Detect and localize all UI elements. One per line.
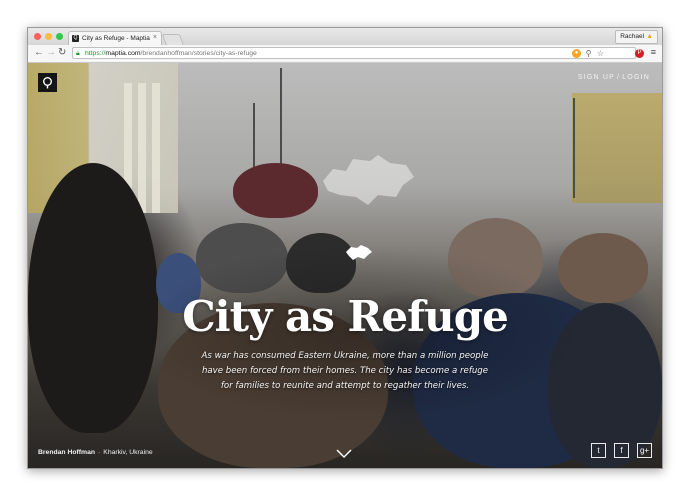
byline-separator: · (98, 449, 101, 456)
profile-name: Rachael (620, 33, 645, 40)
signup-link[interactable]: SIGN UP (578, 74, 615, 81)
auth-separator: / (617, 74, 621, 81)
title-shade (28, 63, 662, 468)
address-bar-icons: ● ⚲ ☆ (572, 49, 605, 58)
profile-button[interactable]: Rachael ▲ (615, 30, 658, 44)
forward-icon[interactable]: → (46, 47, 56, 59)
maptia-favicon-icon: Q (72, 35, 79, 42)
back-icon[interactable]: ← (34, 47, 44, 59)
url-host: maptia.com (105, 50, 141, 57)
reload-icon[interactable]: ↻ (58, 47, 66, 59)
lock-icon: 🔒︎ (76, 50, 80, 57)
star-icon[interactable]: ☆ (596, 49, 605, 58)
title-bar: Q City as Refuge - Maptia × Rachael ▲ (28, 28, 662, 46)
author-name[interactable]: Brendan Hoffman (38, 449, 95, 456)
pinterest-icon[interactable]: P (635, 49, 644, 58)
social-share: t f g+ (591, 443, 652, 458)
hero-section: SIGN UP / LOGIN City as Refuge As war ha… (28, 63, 662, 468)
maptia-logo[interactable] (38, 73, 57, 92)
story-subtitle: As war has consumed Eastern Ukraine, mor… (201, 351, 489, 391)
story-location: Kharkiv, Ukraine (103, 449, 153, 456)
tab-close-icon[interactable]: × (153, 34, 157, 41)
address-bar[interactable]: 🔒︎ https://maptia.com/brendanhoffman/sto… (72, 47, 636, 59)
twitter-icon[interactable]: t (591, 443, 606, 458)
ukraine-location-icon (346, 245, 372, 260)
maptia-logo-icon (43, 76, 52, 88)
map-outline-graphic (323, 155, 414, 205)
byline: Brendan Hoffman · Kharkiv, Ukraine (38, 449, 153, 456)
minimize-window-button[interactable] (45, 33, 52, 40)
tab-title: City as Refuge - Maptia (82, 35, 150, 42)
menu-icon[interactable]: ≡ (651, 47, 656, 57)
extension-icon[interactable]: ● (572, 49, 581, 58)
browser-window: Q City as Refuge - Maptia × Rachael ▲ ← … (27, 27, 663, 469)
google-plus-icon[interactable]: g+ (637, 443, 652, 458)
chevron-down-icon[interactable] (336, 449, 352, 458)
story-title: City as Refuge (182, 292, 509, 341)
profile-alert-icon: ▲ (646, 33, 653, 40)
browser-toolbar: ← → ↻ 🔒︎ https://maptia.com/brendanhoffm… (28, 45, 662, 63)
auth-links: SIGN UP / LOGIN (578, 74, 650, 81)
window-controls (34, 33, 63, 40)
facebook-icon[interactable]: f (614, 443, 629, 458)
maximize-window-button[interactable] (56, 33, 63, 40)
close-window-button[interactable] (34, 33, 41, 40)
url-scheme: https:// (85, 50, 106, 57)
search-icon[interactable]: ⚲ (584, 49, 593, 58)
url-path: /brendanhoffman/stories/city-as-refuge (140, 50, 257, 57)
browser-tab[interactable]: Q City as Refuge - Maptia × (68, 31, 162, 45)
login-link[interactable]: LOGIN (622, 74, 650, 81)
